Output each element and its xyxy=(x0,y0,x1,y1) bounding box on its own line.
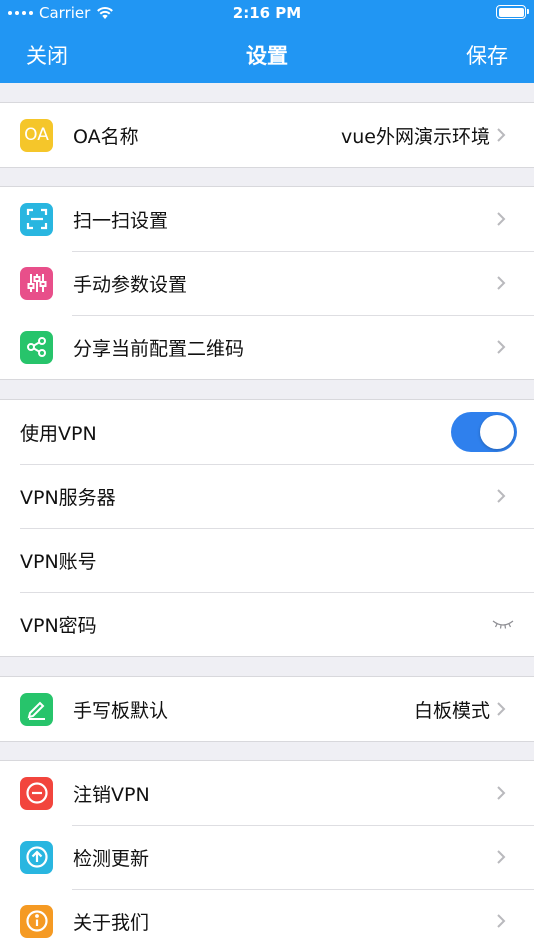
sliders-icon xyxy=(20,266,53,300)
scan-settings-row[interactable]: 扫一扫设置 xyxy=(0,187,534,251)
manual-settings-row[interactable]: 手动参数设置 xyxy=(0,251,534,315)
manual-settings-label: 手动参数设置 xyxy=(73,273,188,296)
handwrite-group: 手写板默认 白板模式 xyxy=(0,676,534,742)
setup-group: 扫一扫设置 手动参数设置 分享当前配置二维码 xyxy=(0,186,534,380)
pen-icon xyxy=(20,692,53,726)
share-config-label: 分享当前配置二维码 xyxy=(73,337,245,360)
share-config-row[interactable]: 分享当前配置二维码 xyxy=(0,315,534,379)
chevron-right-icon xyxy=(497,212,506,226)
oa-name-value: vue外网演示环境 xyxy=(341,125,490,148)
chevron-right-icon xyxy=(497,786,506,800)
nav-header: Carrier 2:16 PM 关闭 设置 保存 xyxy=(0,0,534,83)
use-vpn-toggle[interactable] xyxy=(451,412,517,452)
logout-vpn-label: 注销VPN xyxy=(73,783,150,806)
oa-group: OA OA名称 vue外网演示环境 xyxy=(0,102,534,168)
check-update-row[interactable]: 检测更新 xyxy=(0,825,534,889)
use-vpn-label: 使用VPN xyxy=(20,422,97,445)
vpn-account-row[interactable]: VPN账号 xyxy=(0,528,534,592)
check-update-label: 检测更新 xyxy=(73,847,150,870)
chevron-right-icon xyxy=(497,702,506,716)
vpn-server-label: VPN服务器 xyxy=(20,486,116,509)
arrow-up-circle-icon xyxy=(20,840,53,874)
logout-vpn-row[interactable]: 注销VPN xyxy=(0,761,534,825)
oa-badge-icon: OA xyxy=(20,118,53,152)
about-us-label: 关于我们 xyxy=(73,911,150,934)
chevron-right-icon xyxy=(497,850,506,864)
chevron-right-icon xyxy=(497,128,506,142)
handwrite-default-row[interactable]: 手写板默认 白板模式 xyxy=(0,677,534,741)
scan-icon xyxy=(20,202,53,236)
info-circle-icon xyxy=(20,904,53,938)
scan-settings-label: 扫一扫设置 xyxy=(73,209,169,232)
oa-name-label: OA名称 xyxy=(73,125,139,148)
vpn-account-label: VPN账号 xyxy=(20,550,97,573)
about-us-row[interactable]: 关于我们 xyxy=(0,889,534,950)
status-bar: Carrier 2:16 PM xyxy=(0,0,534,28)
handwrite-default-value: 白板模式 xyxy=(413,699,490,722)
vpn-group: 使用VPN VPN服务器 VPN账号 VPN密码 xyxy=(0,399,534,657)
chevron-right-icon xyxy=(497,340,506,354)
chevron-right-icon xyxy=(497,914,506,928)
vpn-server-row[interactable]: VPN服务器 xyxy=(0,464,534,528)
chevron-right-icon xyxy=(497,276,506,290)
battery-icon xyxy=(496,5,529,19)
vpn-password-label: VPN密码 xyxy=(20,614,97,637)
handwrite-default-label: 手写板默认 xyxy=(73,699,169,722)
use-vpn-row: 使用VPN xyxy=(0,400,534,464)
minus-circle-icon xyxy=(20,776,53,810)
status-time: 2:16 PM xyxy=(232,4,302,22)
eye-closed-icon[interactable] xyxy=(492,617,514,631)
chevron-right-icon xyxy=(497,489,506,503)
page-title: 设置 xyxy=(246,44,288,68)
save-button[interactable]: 保存 xyxy=(466,40,508,70)
account-group: 注销VPN 检测更新 关于我们 xyxy=(0,760,534,950)
share-icon xyxy=(20,330,53,364)
vpn-password-row[interactable]: VPN密码 xyxy=(0,592,534,656)
oa-name-row[interactable]: OA OA名称 vue外网演示环境 xyxy=(0,103,534,167)
